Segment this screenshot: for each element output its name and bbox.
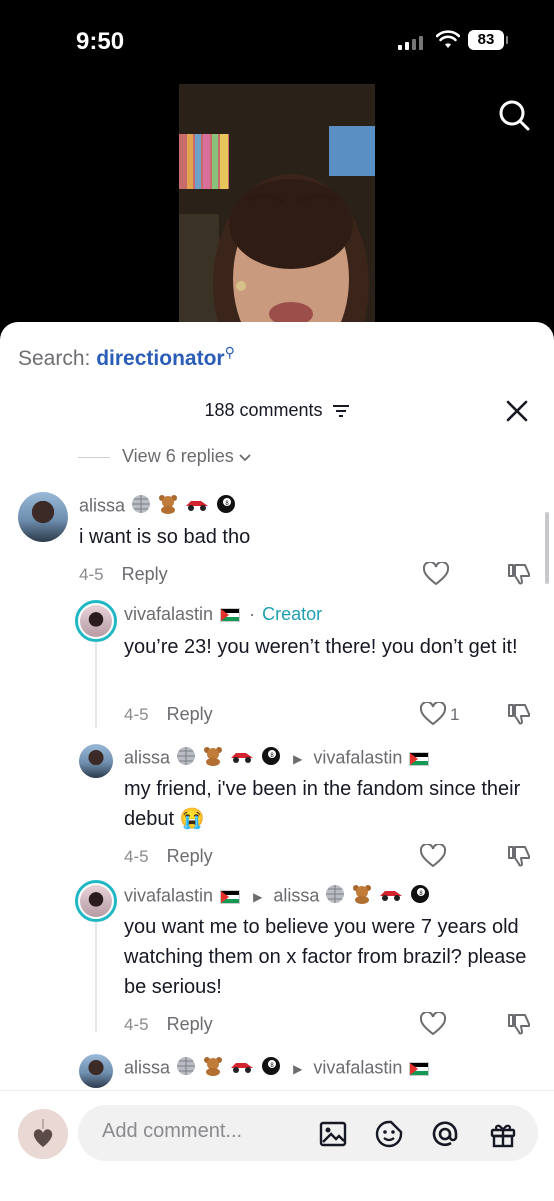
creator-avatar[interactable] bbox=[75, 600, 117, 642]
comment-username[interactable]: alissa 8 ▶ vivafalastin bbox=[124, 746, 431, 771]
racing-car-icon bbox=[230, 748, 254, 769]
comment-text: my friend, i've been in the fandom since… bbox=[124, 778, 521, 830]
heart-icon[interactable] bbox=[420, 844, 446, 868]
reply-to-username[interactable]: alissa bbox=[273, 885, 319, 905]
comment-meta: 4-5 Reply bbox=[124, 704, 213, 725]
sticker-icon[interactable] bbox=[374, 1119, 404, 1149]
filter-icon[interactable] bbox=[332, 404, 350, 418]
creator-avatar[interactable] bbox=[75, 880, 117, 922]
avatar[interactable] bbox=[79, 744, 113, 778]
comment-composer bbox=[0, 1090, 554, 1201]
palestine-flag-icon bbox=[220, 608, 241, 623]
image-icon[interactable] bbox=[318, 1119, 348, 1149]
comment-text: you’re 23! you weren’t there! you don’t … bbox=[124, 636, 518, 658]
comment-text: i want is so bad tho bbox=[79, 526, 251, 548]
divider bbox=[78, 456, 110, 458]
disco-ball-icon bbox=[325, 884, 345, 909]
like-count: 1 bbox=[450, 705, 460, 724]
eight-ball-icon: 8 bbox=[261, 746, 281, 771]
comment-meta: 4-5 Reply bbox=[124, 1014, 213, 1035]
avatar[interactable] bbox=[18, 492, 68, 542]
teddy-bear-icon bbox=[158, 494, 178, 519]
reply-arrow-icon: ▶ bbox=[293, 752, 303, 767]
disco-ball-icon bbox=[176, 1056, 196, 1081]
comment-username[interactable]: alissa 8 bbox=[79, 494, 237, 519]
comment-item: vivafalastin ▶ alissa 8 you want me to b… bbox=[0, 880, 554, 1050]
comment-meta: 4-5 Reply bbox=[124, 846, 213, 867]
reply-to-username[interactable]: vivafalastin bbox=[313, 747, 402, 767]
comment-input-container[interactable] bbox=[78, 1105, 538, 1161]
teddy-bear-icon bbox=[203, 746, 223, 771]
comment-item: vivafalastin · Creator you’re 23! you we… bbox=[0, 600, 554, 740]
search-icon[interactable] bbox=[497, 98, 531, 132]
comment-date: 4-5 bbox=[124, 847, 149, 866]
comment-item: alissa 8 ▶ vivafalastin bbox=[0, 1052, 554, 1092]
chevron-down-icon bbox=[239, 454, 251, 462]
disco-ball-icon bbox=[176, 746, 196, 771]
comment-meta: 4-5 Reply bbox=[79, 564, 168, 585]
search-label: Search: bbox=[18, 347, 91, 370]
search-suggestion[interactable]: Search: directionator⚲ bbox=[18, 344, 235, 371]
status-time: 9:50 bbox=[76, 28, 125, 55]
palestine-flag-icon bbox=[220, 889, 241, 904]
dislike-icon[interactable] bbox=[507, 702, 531, 726]
teddy-bear-icon bbox=[352, 884, 372, 909]
heart-icon[interactable] bbox=[420, 702, 446, 726]
search-term-link[interactable]: directionator bbox=[96, 347, 224, 370]
view-replies-label: View 6 replies bbox=[122, 446, 234, 466]
close-icon[interactable] bbox=[504, 398, 530, 424]
palestine-flag-icon bbox=[409, 1061, 430, 1076]
creator-badge: Creator bbox=[262, 604, 323, 624]
racing-car-icon bbox=[185, 496, 209, 517]
eight-ball-icon: 8 bbox=[216, 494, 236, 519]
comment-username[interactable]: vivafalastin ▶ alissa 8 bbox=[124, 884, 431, 909]
comment-date: 4-5 bbox=[79, 565, 104, 584]
comment-username[interactable]: alissa 8 ▶ vivafalastin bbox=[124, 1056, 431, 1081]
comment-item: alissa 8 i want is so bad tho 4-5 Reply bbox=[0, 490, 554, 600]
comment-input[interactable] bbox=[100, 1119, 304, 1144]
heart-icon[interactable] bbox=[423, 562, 449, 586]
comments-header: 188 comments bbox=[0, 400, 554, 421]
comments-sheet: Search: directionator⚲ 188 comments View… bbox=[0, 322, 554, 1200]
comment-date: 4-5 bbox=[124, 1015, 149, 1034]
palestine-flag-icon bbox=[409, 751, 430, 766]
racing-car-icon bbox=[230, 1058, 254, 1079]
search-small-icon: ⚲ bbox=[224, 344, 235, 360]
teddy-bear-icon bbox=[203, 1056, 223, 1081]
comment-date: 4-5 bbox=[124, 705, 149, 724]
comment-text: you want me to believe you were 7 years … bbox=[124, 916, 527, 998]
reply-button[interactable]: Reply bbox=[167, 846, 213, 866]
heart-icon[interactable] bbox=[420, 1012, 446, 1036]
comment-item: alissa 8 ▶ vivafalastin my friend, i've … bbox=[0, 742, 554, 882]
eight-ball-icon: 8 bbox=[410, 884, 430, 909]
my-avatar[interactable] bbox=[18, 1109, 68, 1159]
reply-to-username[interactable]: vivafalastin bbox=[313, 1057, 402, 1077]
comment-username[interactable]: vivafalastin · Creator bbox=[124, 604, 322, 625]
reply-arrow-icon: ▶ bbox=[253, 890, 263, 905]
video-preview[interactable] bbox=[179, 84, 375, 344]
avatar[interactable] bbox=[79, 1054, 113, 1088]
status-bar: 9:50 83 bbox=[0, 0, 554, 80]
disco-ball-icon bbox=[131, 494, 151, 519]
eight-ball-icon: 8 bbox=[261, 1056, 281, 1081]
reply-button[interactable]: Reply bbox=[167, 704, 213, 724]
reply-arrow-icon: ▶ bbox=[293, 1062, 303, 1077]
cellular-signal-icon bbox=[398, 34, 426, 50]
dislike-icon[interactable] bbox=[507, 844, 531, 868]
reply-button[interactable]: Reply bbox=[122, 564, 168, 584]
view-replies-button[interactable]: View 6 replies bbox=[78, 446, 251, 467]
reply-button[interactable]: Reply bbox=[167, 1014, 213, 1034]
gift-icon[interactable] bbox=[488, 1119, 518, 1149]
video-frame bbox=[179, 84, 375, 344]
racing-car-icon bbox=[379, 886, 403, 907]
dislike-icon[interactable] bbox=[507, 562, 531, 586]
wifi-icon bbox=[436, 30, 460, 48]
mention-icon[interactable] bbox=[430, 1119, 460, 1149]
battery-indicator: 83 bbox=[468, 30, 508, 50]
comment-count: 188 comments bbox=[204, 400, 323, 420]
dislike-icon[interactable] bbox=[507, 1012, 531, 1036]
